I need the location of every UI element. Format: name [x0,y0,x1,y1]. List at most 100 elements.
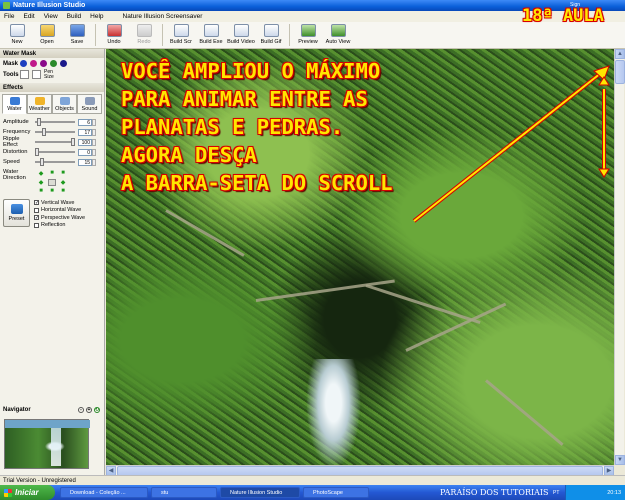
open-button[interactable]: Open [32,22,62,45]
build-icon [173,24,189,37]
windows-logo-icon [4,488,12,497]
auto-view-button[interactable]: Auto View [323,22,353,45]
system-tray: 20:13 [565,485,625,500]
distortion-slider[interactable] [35,148,75,156]
amplitude-row: Amplitude 6 [0,117,104,127]
taskbar-item-photoscape[interactable]: PhotoScape [303,487,369,498]
pen-tool-icon[interactable] [20,70,29,79]
frequency-slider[interactable] [35,128,75,136]
speed-slider[interactable] [35,158,75,166]
zoom-out-icon[interactable]: - [78,407,84,413]
refresh-icon[interactable]: ↻ [94,407,100,413]
new-button[interactable]: New [2,22,32,45]
water-direction-label: Water Direction [3,169,26,181]
scroll-up-button[interactable]: ▲ [615,49,625,59]
save-button[interactable]: Save [62,22,92,45]
arrow-left-icon[interactable]: ◆ [36,178,46,186]
redo-icon [136,24,152,37]
taskbar-item-nature-illusion[interactable]: Nature Illusion Studio [220,487,300,498]
slider-thumb[interactable] [40,158,45,166]
status-bar: Trial Version - Unregistered [0,475,625,485]
perspective-wave-checkbox[interactable]: ✓ Perspective Wave [34,214,85,222]
slider-thumb[interactable] [42,128,47,136]
vertical-wave-checkbox[interactable]: ✓ Vertical Wave [34,199,85,207]
window-title: Nature Illusion Studio [13,2,86,9]
auto-view-icon [330,24,346,37]
ripple-effect-spinner[interactable] [92,138,96,146]
image-canvas[interactable]: VOCÊ AMPLIOU O MÁXIMO PARA ANIMAR ENTRE … [106,49,614,465]
menu-help[interactable]: Help [90,13,103,20]
mask-color-5[interactable] [60,60,67,67]
horizontal-scrollbar[interactable]: ◀ ▶ [106,465,614,476]
zoom-in-icon[interactable]: + [86,407,92,413]
reflection-checkbox[interactable]: Reflection [34,222,85,230]
vertical-scroll-thumb[interactable] [615,60,625,84]
arrow-up-right-icon[interactable]: ■ [58,169,68,177]
annotation-arrows [412,65,610,223]
distortion-row: Distortion 0 [0,147,104,157]
left-panel: Water Mask Mask Tools Pen Size Effects Wa… [0,49,105,475]
app-icon [3,2,10,9]
slider-thumb[interactable] [71,138,75,146]
frequency-value[interactable]: 17 [78,128,92,136]
language-indicator[interactable]: PT [553,490,559,496]
build-gif-button[interactable]: Build Gif [256,22,286,45]
video-icon [233,24,249,37]
tools-label: Tools [3,71,19,78]
tab-sound[interactable]: Sound [77,94,102,114]
tab-objects[interactable]: Objects [52,94,77,114]
menu-build[interactable]: Build [67,13,81,20]
navigator-thumbnail[interactable] [4,419,90,469]
thumbnail-waterfall [51,428,61,466]
amplitude-spinner[interactable] [92,118,96,126]
folder-icon [39,24,55,37]
direction-center-button[interactable] [48,178,56,186]
arrow-down-icon[interactable]: ■ [47,187,57,195]
taskbar-item-download[interactable]: Download - Coleção ... [60,487,148,498]
wave-options: ✓ Vertical Wave Horizontal Wave ✓ Perspect… [34,199,85,229]
menu-edit[interactable]: Edit [23,13,34,20]
build-scr-button[interactable]: Build Scr [166,22,196,45]
undo-button[interactable]: Undo [99,22,129,45]
arrow-right-icon[interactable]: ◆ [58,178,68,186]
amplitude-value[interactable]: 6 [78,118,92,126]
clock[interactable]: 20:13 [607,490,621,496]
eraser-tool-icon[interactable] [32,70,41,79]
arrow-up-left-icon[interactable]: ◆ [36,169,46,177]
arrow-up-icon[interactable]: ■ [47,169,57,177]
tab-water[interactable]: Water [2,94,27,114]
start-button[interactable]: Iniciar [0,485,55,500]
arrow-down-left-icon[interactable]: ■ [36,187,46,195]
ripple-effect-slider[interactable] [35,138,75,146]
amplitude-slider[interactable] [35,118,75,126]
distortion-spinner[interactable] [92,148,96,156]
mask-color-1[interactable] [20,60,27,67]
vertical-scrollbar[interactable]: ▲ ▼ [614,49,625,465]
toolbar: New Open Save Undo Redo Build Scr Build … [0,22,625,49]
frequency-spinner[interactable] [92,128,96,136]
build-exe-button[interactable]: Build Exe [196,22,226,45]
redo-button[interactable]: Redo [129,22,159,45]
taskbar-item-stu[interactable]: stu [151,487,217,498]
tools-row: Tools Pen Size [0,69,104,80]
slider-thumb[interactable] [35,148,39,156]
mask-color-2[interactable] [30,60,37,67]
slider-thumb[interactable] [36,118,41,126]
distortion-value[interactable]: 0 [78,148,92,156]
menu-view[interactable]: View [44,13,58,20]
build-video-button[interactable]: Build Video [226,22,256,45]
mask-color-3[interactable] [40,60,47,67]
objects-icon [59,97,70,105]
speed-value[interactable]: 15 [78,158,92,166]
scroll-down-button[interactable]: ▼ [615,455,625,465]
preset-button[interactable]: Preset [3,199,30,227]
horizontal-wave-checkbox[interactable]: Horizontal Wave [34,207,85,215]
speed-spinner[interactable] [92,158,96,166]
tab-weather[interactable]: Weather [27,94,52,114]
pen-size-label: Pen Size [44,68,54,80]
preview-button[interactable]: Preview [293,22,323,45]
arrow-down-right-icon[interactable]: ■ [58,187,68,195]
menu-file[interactable]: File [4,13,14,20]
ripple-effect-value[interactable]: 100 [78,138,92,146]
mask-color-4[interactable] [50,60,57,67]
